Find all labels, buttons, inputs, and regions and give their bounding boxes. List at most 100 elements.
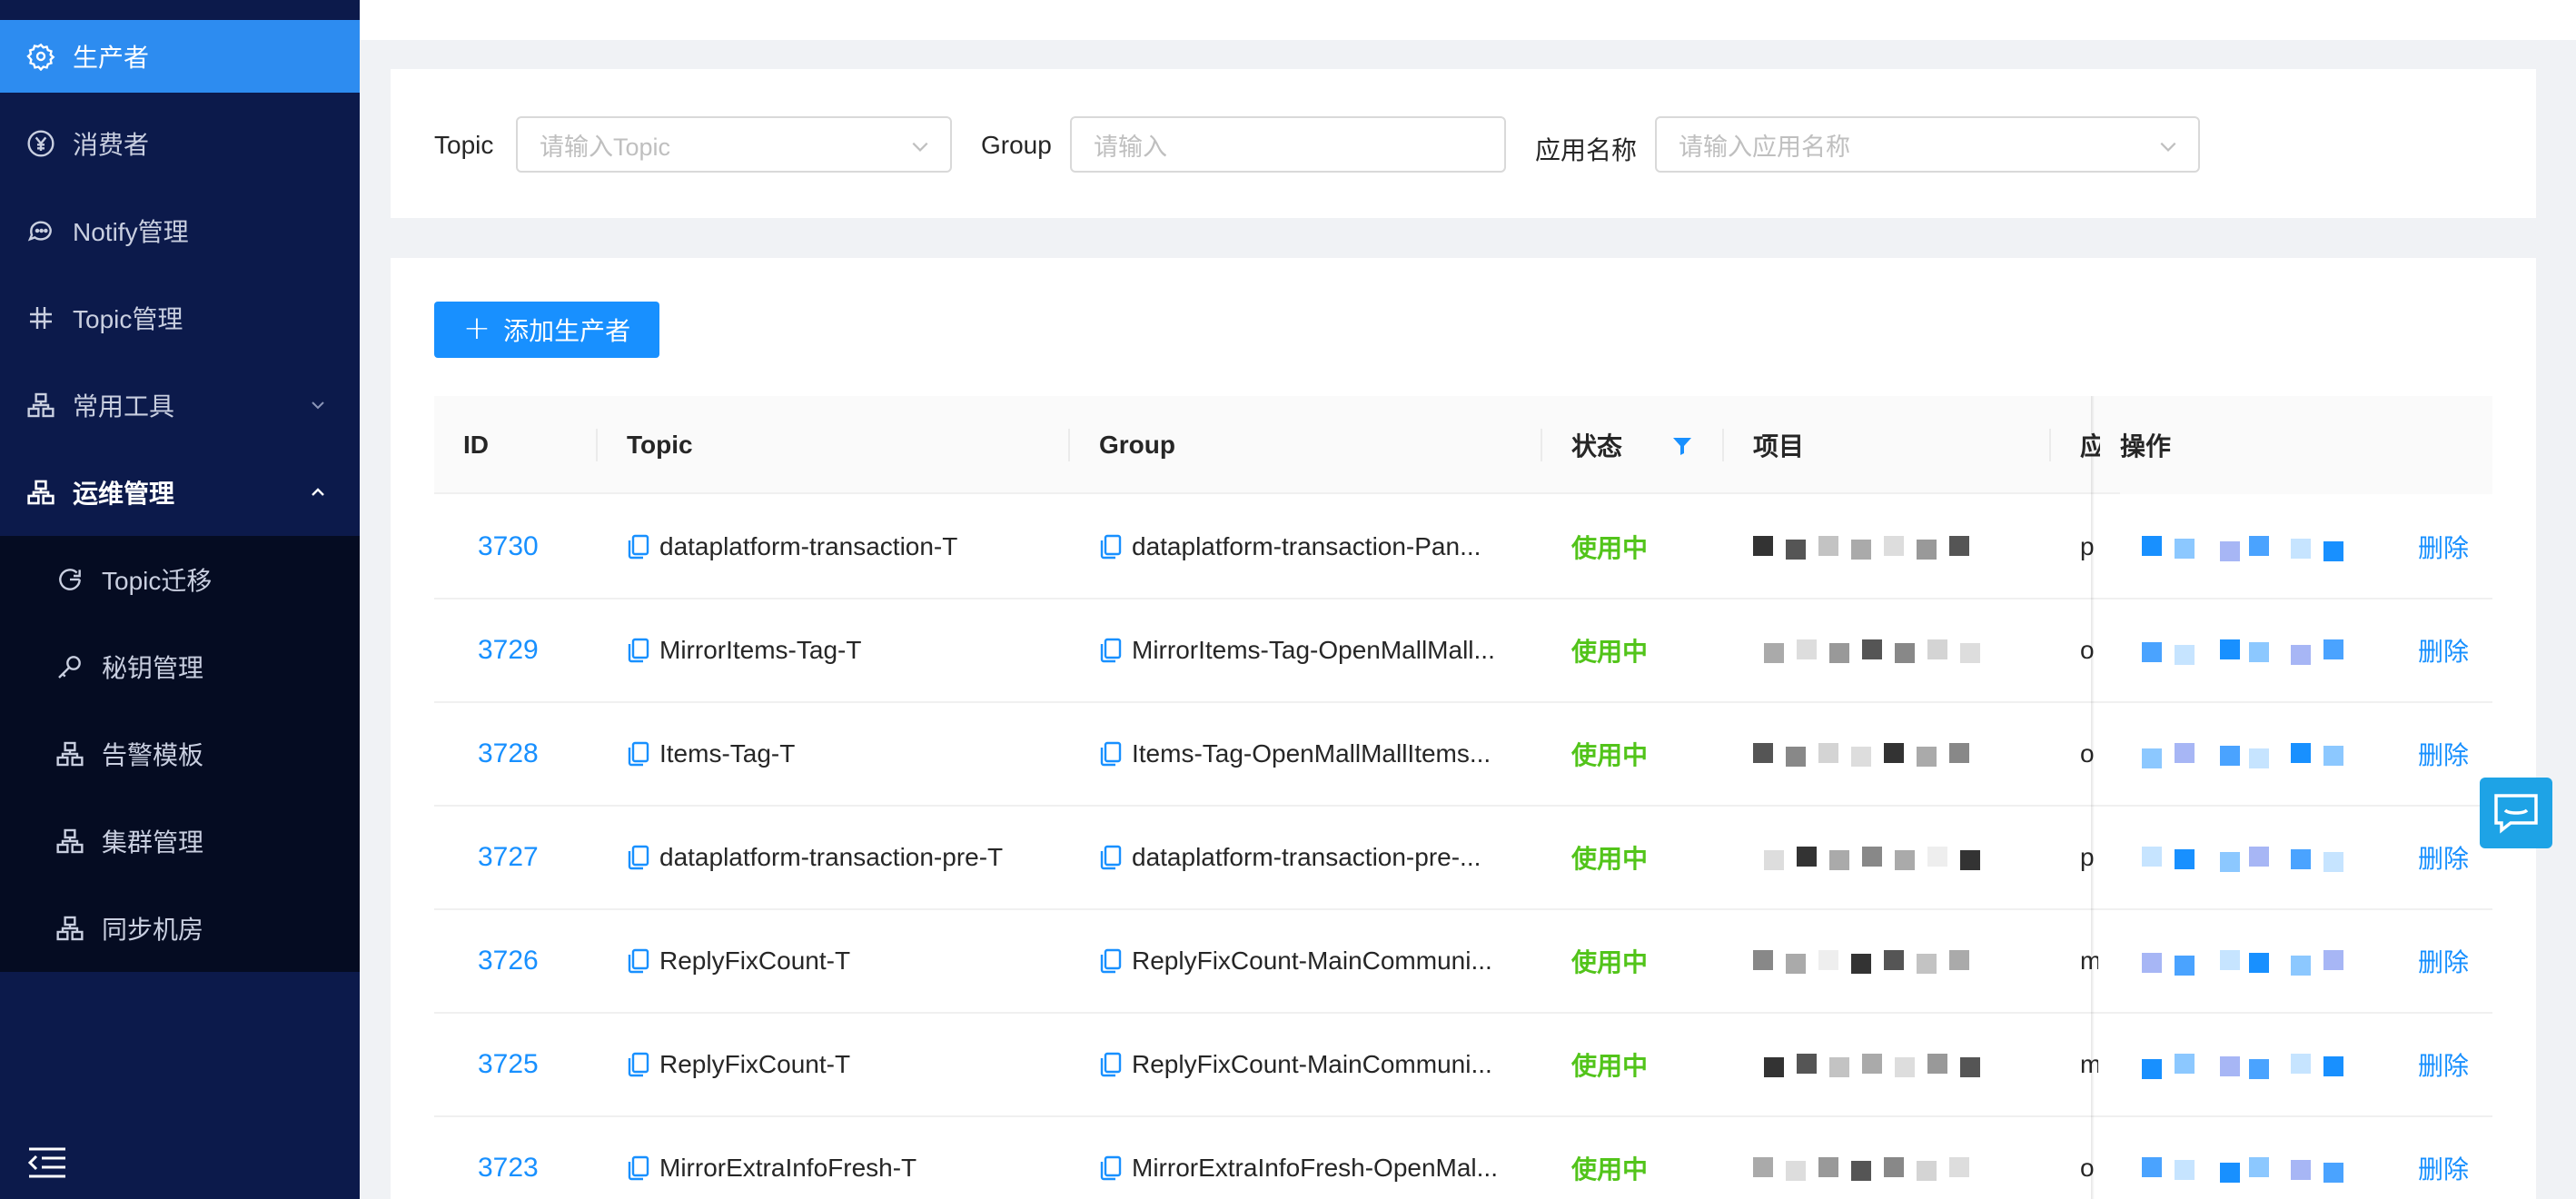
filter-icon[interactable]: [1671, 435, 1693, 457]
redacted-pixel: [1960, 850, 1980, 870]
chevron-down-icon: [2160, 142, 2176, 152]
hash-icon: [25, 302, 56, 333]
copy-icon[interactable]: [627, 1155, 650, 1181]
group-input[interactable]: 请输入: [1070, 116, 1506, 173]
row-id-link[interactable]: 3726: [478, 946, 539, 976]
redacted-pixel: [1851, 747, 1871, 767]
sidebar-subitem-sync-room[interactable]: 同步机房: [0, 892, 360, 965]
row-group: MirrorItems-Tag-OpenMallMall...: [1132, 636, 1495, 664]
copy-icon[interactable]: [1099, 534, 1123, 560]
redacted-pixel: [1764, 643, 1784, 663]
col-header-id[interactable]: ID: [463, 396, 489, 494]
redacted-pixel: [2323, 950, 2343, 970]
sidebar-item-topic[interactable]: Topic管理: [0, 282, 360, 354]
app-select[interactable]: 请输入应用名称: [1655, 116, 2200, 173]
delete-link[interactable]: 删除: [2418, 807, 2469, 908]
copy-icon[interactable]: [627, 1052, 650, 1077]
copy-icon[interactable]: [1099, 741, 1123, 767]
row-app: p: [2080, 532, 2095, 560]
sidebar-subitem-cluster[interactable]: 集群管理: [0, 805, 360, 877]
col-header-group[interactable]: Group: [1099, 396, 1175, 494]
copy-icon[interactable]: [627, 948, 650, 974]
col-header-project[interactable]: 项目: [1753, 396, 1804, 494]
sidebar-item-consumer[interactable]: 消费者: [0, 107, 360, 180]
redacted-pixel: [1960, 643, 1980, 663]
col-header-topic[interactable]: Topic: [627, 396, 693, 494]
row-id-link[interactable]: 3727: [478, 842, 539, 873]
row-status: 使用中: [1571, 741, 1649, 769]
copy-icon[interactable]: [1099, 948, 1123, 974]
redacted-pixel: [1818, 536, 1838, 556]
copy-icon[interactable]: [627, 534, 650, 560]
copy-icon[interactable]: [1099, 845, 1123, 870]
sidebar-item-producer[interactable]: 生产者: [0, 20, 360, 93]
col-header-app[interactable]: 应: [2080, 396, 2100, 494]
copy-icon[interactable]: [1099, 638, 1123, 663]
redacted-pixel: [1851, 954, 1871, 974]
add-producer-button[interactable]: + 添加生产者: [434, 302, 659, 358]
group-input-placeholder: 请输入: [1094, 133, 1167, 161]
sidebar-item-notify[interactable]: Notify管理: [0, 194, 360, 267]
redacted-pixel: [2249, 536, 2269, 556]
delete-link[interactable]: 删除: [2418, 703, 2469, 805]
sidebar-item-tools[interactable]: 常用工具: [0, 369, 360, 441]
copy-icon[interactable]: [627, 638, 650, 663]
row-id-link[interactable]: 3728: [478, 738, 539, 769]
redacted-pixel: [2291, 956, 2311, 976]
column-divider: [1541, 429, 1542, 461]
redacted-pixel: [1927, 847, 1947, 867]
row-group: dataplatform-transaction-Pan...: [1132, 532, 1481, 560]
app-filter-label: 应用名称: [1535, 136, 1638, 164]
col-header-ops-label: 操作: [2120, 432, 2172, 461]
redacted-pixel: [1960, 1057, 1980, 1077]
sidebar-subitem-topic-migrate[interactable]: Topic迁移: [0, 543, 360, 616]
sidebar-item-ops[interactable]: 运维管理: [0, 456, 360, 529]
redacted-pixel: [1927, 1054, 1947, 1074]
redacted-pixel: [1764, 850, 1784, 870]
redacted-pixel: [1764, 1057, 1784, 1077]
row-app: o: [2080, 636, 2095, 664]
redacted-pixel: [1829, 1057, 1849, 1077]
delete-link[interactable]: 删除: [2418, 1117, 2469, 1199]
col-header-status[interactable]: 状态: [1571, 396, 1622, 494]
topic-select[interactable]: 请输入Topic: [516, 116, 952, 173]
row-id-link[interactable]: 3729: [478, 635, 539, 666]
row-topic: MirrorExtraInfoFresh-T: [659, 1154, 917, 1182]
redacted-pixel: [1949, 743, 1969, 763]
redacted-pixel: [2175, 956, 2195, 976]
redacted-pixel: [2142, 642, 2162, 662]
chat-support-button[interactable]: [2480, 778, 2552, 848]
copy-icon[interactable]: [627, 845, 650, 870]
row-id-link[interactable]: 3730: [478, 531, 539, 562]
redacted-pixel: [2175, 645, 2195, 665]
row-id-link[interactable]: 3723: [478, 1153, 539, 1184]
redacted-pixel: [2175, 1160, 2195, 1180]
sidebar-item-label: 同步机房: [102, 916, 204, 944]
delete-link[interactable]: 删除: [2418, 910, 2469, 1012]
delete-link[interactable]: 删除: [2418, 600, 2469, 701]
sidebar-subitem-key[interactable]: 秘钥管理: [0, 630, 360, 703]
table-row: 3729 MirrorItems-Tag-T MirrorItems-Tag-Ope…: [434, 600, 2492, 703]
redacted-pixel: [2323, 639, 2343, 659]
app-select-placeholder: 请输入应用名称: [1679, 133, 1850, 161]
redacted-pixel: [2220, 852, 2240, 872]
delete-link[interactable]: 删除: [2418, 496, 2469, 598]
copy-icon[interactable]: [1099, 1155, 1123, 1181]
chat-bubbles-icon: [25, 215, 56, 246]
fixed-column-shadow: [2091, 396, 2095, 1199]
menu-collapse-icon[interactable]: [27, 1146, 67, 1179]
row-app: m: [2080, 1050, 2098, 1078]
row-status: 使用中: [1571, 845, 1649, 873]
copy-icon[interactable]: [627, 741, 650, 767]
add-producer-label: 添加生产者: [503, 317, 631, 345]
redacted-pixel: [2249, 748, 2269, 768]
delete-link[interactable]: 删除: [2418, 1014, 2469, 1115]
copy-icon[interactable]: [1099, 1052, 1123, 1077]
redacted-pixel: [1829, 850, 1849, 870]
redacted-pixel: [1917, 1161, 1937, 1181]
sidebar-subitem-alert-template[interactable]: 告警模板: [0, 718, 360, 790]
row-topic: dataplatform-transaction-T: [659, 532, 958, 560]
row-id-link[interactable]: 3725: [478, 1049, 539, 1080]
redacted-pixel: [1862, 847, 1882, 867]
redacted-pixel: [2220, 1056, 2240, 1076]
